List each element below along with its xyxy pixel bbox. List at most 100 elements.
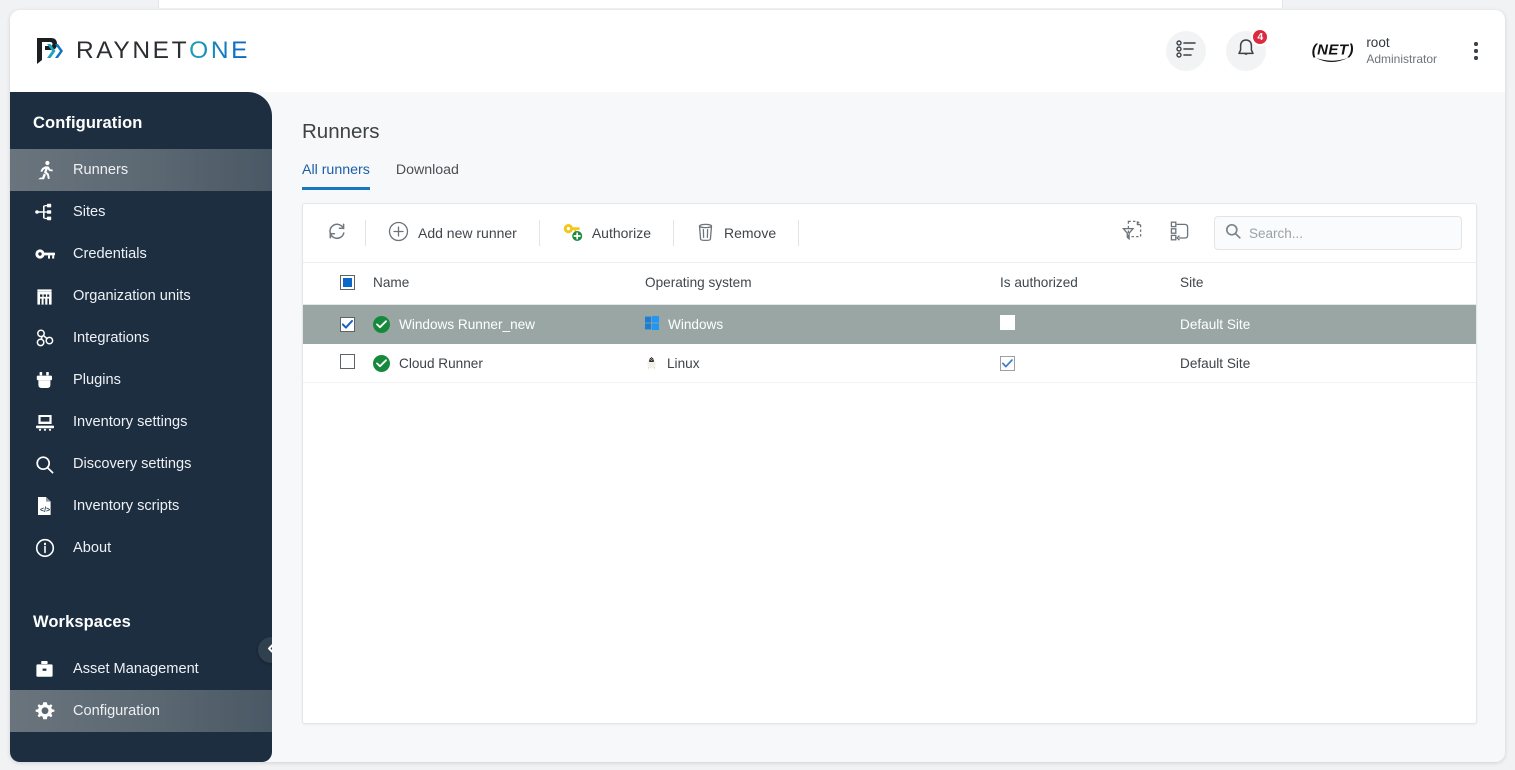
refresh-button[interactable] [321, 217, 353, 249]
remove-button[interactable]: Remove [686, 216, 786, 251]
logo-text-accent: ONE [189, 37, 250, 65]
user-role: Administrator [1366, 52, 1437, 67]
toolbar-separator [539, 220, 540, 246]
key-add-icon [562, 222, 583, 245]
table-header-row: Name Operating system Is authorized Site [303, 263, 1476, 305]
filter-button[interactable] [1116, 217, 1148, 249]
sidebar-item-label: Inventory settings [73, 414, 187, 430]
os-name: Linux [667, 356, 700, 371]
sidebar-item-plugins[interactable]: Plugins [10, 359, 272, 401]
sidebar-item-organization-units[interactable]: Organization units [10, 275, 272, 317]
toolbar-separator [798, 220, 799, 246]
column-header-is-authorized[interactable]: Is authorized [1000, 263, 1180, 305]
search-icon [35, 455, 61, 474]
sidebar-item-about[interactable]: About [10, 527, 272, 569]
sidebar-item-label: Credentials [73, 246, 147, 262]
page-title: Runners [302, 120, 1483, 144]
plus-circle-icon [388, 221, 409, 245]
is-authorized-checkbox [1000, 356, 1015, 371]
add-new-runner-label: Add new runner [418, 225, 517, 241]
sidebar-item-integrations[interactable]: Integrations [10, 317, 272, 359]
sidebar-item-label: Integrations [73, 330, 149, 346]
app-logo[interactable]: RAYNETONE [33, 35, 250, 67]
table-body: Windows Runner_new [303, 305, 1476, 383]
select-all-checkbox[interactable] [340, 275, 355, 290]
logo-text-primary: RAYNET [76, 37, 189, 65]
filter-page-icon [1121, 219, 1143, 247]
add-new-runner-button[interactable]: Add new runner [378, 215, 527, 251]
refresh-icon [327, 221, 347, 246]
remove-label: Remove [724, 225, 776, 241]
runners-table: Name Operating system Is authorized Site [303, 262, 1476, 383]
column-header-operating-system[interactable]: Operating system [645, 263, 1000, 305]
authorize-button[interactable]: Authorize [552, 216, 661, 251]
column-header-name[interactable]: Name [373, 263, 645, 305]
sidebar-item-credentials[interactable]: Credentials [10, 233, 272, 275]
authorize-label: Authorize [592, 225, 651, 241]
app-window: RAYNETONE [10, 10, 1505, 762]
cell-name: Windows Runner_new [373, 305, 645, 344]
cell-operating-system: Windows [645, 305, 1000, 344]
integrations-icon [35, 328, 61, 348]
sidebar-item-configuration[interactable]: Configuration [10, 690, 272, 732]
row-checkbox[interactable] [340, 317, 355, 332]
sidebar-item-sites[interactable]: Sites [10, 191, 272, 233]
row-select-cell [303, 344, 373, 383]
os-name: Windows [668, 317, 723, 332]
windows-icon [645, 316, 659, 333]
kebab-menu-icon[interactable] [1465, 36, 1487, 66]
cell-site: Default Site [1180, 305, 1476, 344]
search-input[interactable] [1249, 226, 1451, 241]
notifications-button[interactable]: 4 [1226, 31, 1266, 71]
main-content: Runners All runners Download [272, 92, 1505, 762]
search-box[interactable] [1214, 216, 1462, 250]
column-header-site[interactable]: Site [1180, 263, 1476, 305]
sidebar-item-discovery-settings[interactable]: Discovery settings [10, 443, 272, 485]
cell-is-authorized [1000, 305, 1180, 344]
sidebar-item-inventory-settings[interactable]: Inventory settings [10, 401, 272, 443]
toolbar-separator [673, 220, 674, 246]
row-select-cell [303, 305, 373, 344]
tasks-button[interactable] [1166, 31, 1206, 71]
check-circle-icon [373, 316, 390, 333]
search-icon [1225, 223, 1241, 244]
sidebar-item-label: About [73, 540, 111, 556]
sidebar-item-label: Organization units [73, 288, 191, 304]
sidebar-item-inventory-scripts[interactable]: </> Inventory scripts [10, 485, 272, 527]
row-checkbox[interactable] [340, 354, 355, 369]
info-circle-icon [35, 538, 61, 558]
script-file-icon: </> [35, 496, 61, 516]
sidebar-item-label: Configuration [73, 703, 160, 719]
column-chooser-button[interactable] [1164, 217, 1196, 249]
table-head: Name Operating system Is authorized Site [303, 263, 1476, 305]
sidebar-item-label: Plugins [73, 372, 121, 388]
runner-icon [35, 160, 61, 180]
sidebar-item-label: Runners [73, 162, 128, 178]
sitemap-icon [35, 203, 61, 221]
sidebar-item-label: Asset Management [73, 661, 199, 677]
check-circle-icon [373, 355, 390, 372]
toolbar-separator [365, 220, 366, 246]
list-checklist-icon [1176, 40, 1196, 63]
sidebar-item-label: Discovery settings [73, 456, 191, 472]
plugin-icon [35, 371, 61, 389]
inventory-settings-icon [35, 413, 61, 431]
tab-bar: All runners Download [302, 162, 1483, 190]
tab-all-runners[interactable]: All runners [302, 162, 370, 190]
user-menu[interactable]: (NET) root Administrator [1308, 35, 1437, 66]
sidebar-item-asset-management[interactable]: Asset Management [10, 648, 272, 690]
runner-name: Cloud Runner [399, 356, 483, 371]
tab-download[interactable]: Download [396, 162, 459, 190]
sidebar: Configuration Runners [10, 92, 272, 762]
sidebar-item-runners[interactable]: Runners [10, 149, 272, 191]
cell-site: Default Site [1180, 344, 1476, 383]
gear-icon [35, 701, 61, 721]
table-toolbar: Add new runner [303, 204, 1476, 262]
table-row[interactable]: Cloud Runner [303, 344, 1476, 383]
browser-chrome-strip [0, 0, 1515, 10]
runners-panel: Add new runner [302, 203, 1477, 724]
sidebar-section-title-workspaces: Workspaces [10, 569, 272, 648]
browser-tab[interactable] [158, 0, 1283, 8]
select-all-header [303, 263, 373, 305]
table-row[interactable]: Windows Runner_new [303, 305, 1476, 344]
